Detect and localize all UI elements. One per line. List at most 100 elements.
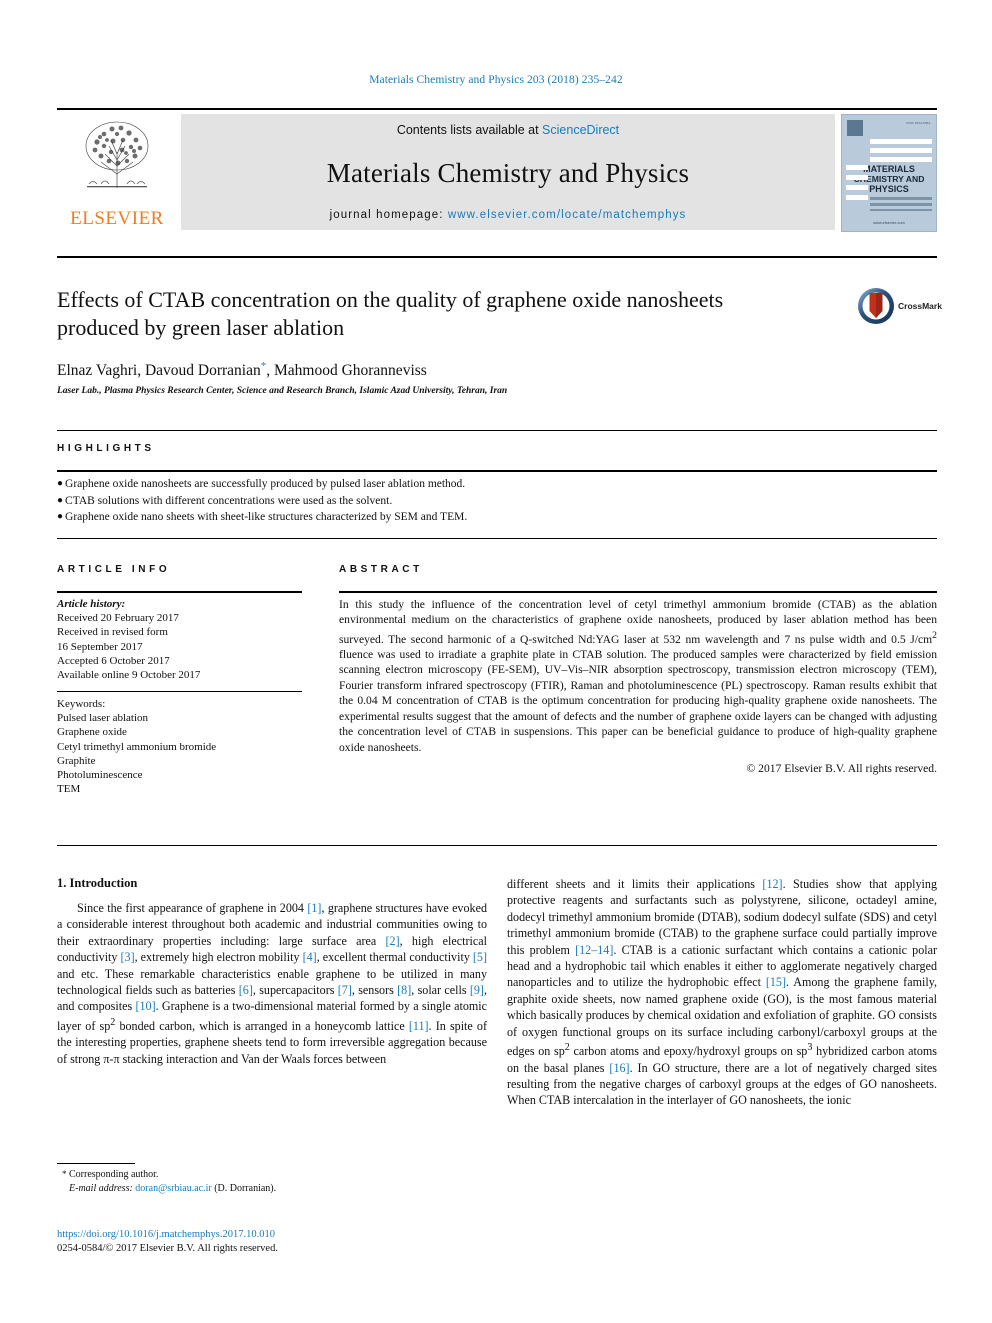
email-link[interactable]: doran@srbiau.ac.ir (135, 1183, 211, 1194)
cover-bar (846, 195, 868, 200)
body-column-left: 1. Introduction Since the first appearan… (57, 876, 487, 1067)
paper-page: Materials Chemistry and Physics 203 (201… (0, 0, 992, 1323)
list-item: ● Graphene oxide nanosheets are successfu… (57, 476, 877, 493)
contents-prefix: Contents lists available at (396, 123, 543, 137)
elsevier-logo: ELSEVIER (57, 114, 177, 230)
contents-line: Contents lists available at ScienceDirec… (397, 123, 619, 137)
t: , sensors (351, 983, 398, 998)
keyword-item: TEM (57, 783, 81, 796)
sciencedirect-link[interactable]: ScienceDirect (542, 123, 619, 137)
page-title: Effects of CTAB concentration on the qua… (57, 287, 724, 340)
cover-top-text: ISSN 0254-0584 (906, 121, 930, 125)
citation-ref[interactable]: [10] (135, 999, 155, 1013)
citation-ref[interactable]: [12–14] (575, 943, 613, 957)
t: different sheets and it limits their app… (507, 877, 763, 891)
citation-ref[interactable]: [11] (409, 1019, 429, 1033)
cover-elsevier-mark (847, 120, 863, 136)
article-history-item: Received in revised form (57, 626, 168, 639)
abstract-divider (339, 591, 937, 593)
crossmark-icon (858, 288, 894, 324)
citation-ref[interactable]: [7] (338, 983, 352, 997)
keyword-item: Cetyl trimethyl ammonium bromide (57, 740, 217, 753)
keyword-item: Pulsed laser ablation (57, 712, 149, 725)
journal-homepage-line: journal homepage: www.elsevier.com/locat… (330, 209, 687, 221)
masthead-center-band: Contents lists available at ScienceDirec… (181, 114, 835, 230)
citation-ref[interactable]: [5] (473, 950, 487, 964)
journal-masthead: ELSEVIER Contents lists available at Sci… (57, 108, 937, 234)
highlights-bottom-divider (57, 538, 937, 539)
t: , extremely high electron mobility (134, 950, 303, 965)
keyword-item: Graphite (57, 754, 96, 767)
abstract-text-part2: fluence was used to irradiate a graphite… (339, 648, 937, 754)
bullet-icon: ● (57, 494, 64, 506)
t: , solar cells (411, 983, 470, 998)
cover-bar (846, 175, 868, 180)
section-heading-introduction: 1. Introduction (57, 876, 138, 890)
article-info-divider (57, 591, 302, 593)
authors-names: Elnaz Vaghri, Davoud Dorranian (57, 362, 261, 380)
cover-subline (870, 209, 932, 211)
highlight-text: Graphene oxide nano sheets with sheet-li… (65, 511, 468, 524)
crossmark-badge[interactable]: CrossMark (857, 285, 949, 327)
homepage-url-link[interactable]: www.elsevier.com/locate/matchemphys (448, 209, 687, 221)
body-top-divider (57, 845, 937, 846)
citation-ref[interactable]: [12] (762, 877, 782, 891)
keywords-block: Keywords: Pulsed laser ablation Graphene… (57, 697, 307, 796)
abstract-body: In this study the influence of the conce… (339, 597, 937, 776)
cover-bar (870, 157, 932, 162)
article-history: Article history: Received 20 February 20… (57, 597, 307, 682)
cover-bar (870, 148, 932, 153)
highlights-mid-divider (57, 470, 937, 472)
cover-bar (870, 139, 932, 144)
citation-ref[interactable]: [3] (121, 950, 135, 964)
citation-ref[interactable]: [2] (386, 934, 400, 948)
citation-ref[interactable]: [15] (766, 975, 786, 989)
citation-ref[interactable]: [6] (239, 983, 253, 997)
abstract-text-part1: In this study the influence of the conce… (339, 598, 937, 646)
keywords-label: Keywords: (57, 698, 106, 710)
body-column-right: different sheets and it limits their app… (507, 876, 937, 1109)
abstract-superscript: 2 (932, 629, 937, 641)
cover-bar (846, 185, 868, 190)
list-item: ● CTAB solutions with different concentra… (57, 493, 877, 510)
keyword-item: Graphene oxide (57, 726, 127, 739)
running-head: Materials Chemistry and Physics 203 (201… (369, 74, 623, 86)
citation-ref[interactable]: [16] (609, 1061, 629, 1075)
doi-link[interactable]: https://doi.org/10.1016/j.matchemphys.20… (57, 1228, 477, 1242)
keyword-item: Photoluminescence (57, 769, 143, 782)
cover-subline (870, 197, 932, 200)
article-history-item: Available online 9 October 2017 (57, 669, 201, 682)
article-history-label: Article history: (57, 598, 126, 610)
authors-line: Elnaz Vaghri, Davoud Dorranian*, Mahmood… (57, 360, 797, 380)
footnote-block: * Corresponding author. E-mail address: … (57, 1168, 477, 1195)
article-info-heading: ARTICLE INFO (57, 564, 171, 575)
highlights-list: ● Graphene oxide nanosheets are successfu… (57, 476, 877, 526)
issn-copyright-line: 0254-0584/© 2017 Elsevier B.V. All right… (57, 1243, 278, 1254)
email-label: E-mail address: (69, 1182, 133, 1194)
abstract-heading: ABSTRACT (339, 564, 423, 575)
affiliation: Laser Lab., Plasma Physics Research Cent… (57, 386, 508, 396)
authors-names-tail: , Mahmood Ghoranneviss (266, 362, 427, 380)
t: bonded carbon, which is arranged in a ho… (115, 1018, 409, 1033)
t: , supercapacitors (252, 983, 338, 998)
article-history-item: 16 September 2017 (57, 640, 143, 653)
cover-footer-text: www.elsevier.com (873, 220, 905, 225)
citation-ref[interactable]: [8] (397, 983, 411, 997)
t: , excellent thermal conductivity (316, 950, 473, 965)
citation-ref[interactable]: [4] (303, 950, 317, 964)
list-item: ● Graphene oxide nano sheets with sheet-l… (57, 509, 877, 526)
keywords-divider (57, 691, 302, 692)
intro-paragraph-left: Since the first appearance of graphene i… (57, 900, 487, 1067)
homepage-prefix: journal homepage: (329, 209, 448, 221)
corresponding-author-text: Corresponding author. (66, 1169, 159, 1180)
doi-block: https://doi.org/10.1016/j.matchemphys.20… (57, 1228, 477, 1256)
footnote-divider (57, 1163, 135, 1164)
journal-cover-thumbnail: ISSN 0254-0584 MATERIALS CHEMISTRY AND P… (841, 114, 937, 232)
citation-ref[interactable]: [9] (470, 983, 484, 997)
t: carbon atoms and epoxy/hydroxyl groups o… (569, 1044, 808, 1059)
journal-title: Materials Chemistry and Physics (326, 157, 690, 188)
citation-ref[interactable]: [1] (307, 901, 321, 915)
corresponding-author-note: * Corresponding author. (57, 1168, 477, 1182)
bullet-icon: ● (57, 511, 64, 523)
highlights-heading: HIGHLIGHTS (57, 443, 155, 454)
